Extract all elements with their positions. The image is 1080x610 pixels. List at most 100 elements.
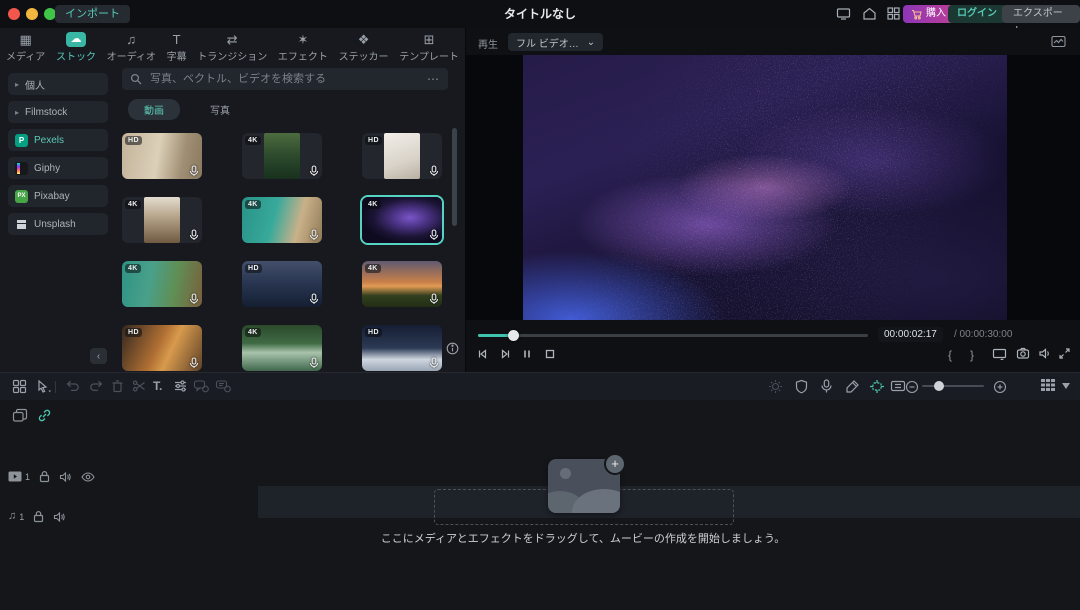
link-clips-icon[interactable] <box>37 408 52 423</box>
playback-quality-dropdown[interactable]: フル ビデオ… ⌄ <box>508 33 603 51</box>
add-media-plus-icon[interactable]: + <box>604 453 626 475</box>
media-tab[interactable]: ⇄ トランジション <box>197 32 267 63</box>
text-tool-icon[interactable]: T. <box>153 378 162 394</box>
layered-clips-icon[interactable] <box>12 408 28 423</box>
shield-mask-icon[interactable] <box>795 379 808 394</box>
speech-to-text-icon[interactable] <box>193 379 209 393</box>
media-tab[interactable]: ♫ オーディオ <box>107 32 156 63</box>
stock-source-item[interactable]: Pexels <box>8 129 108 151</box>
delete-icon[interactable] <box>111 379 124 393</box>
snapshot-camera-icon[interactable] <box>1016 347 1030 360</box>
stock-video-thumbnail[interactable]: 4K <box>362 197 442 243</box>
info-icon[interactable] <box>446 342 459 355</box>
volume-icon[interactable] <box>1038 347 1052 360</box>
mute-track-icon[interactable] <box>59 471 72 483</box>
login-button[interactable]: ログイン <box>948 5 1006 23</box>
lock-track-icon[interactable] <box>39 470 50 483</box>
stock-video-thumbnail[interactable]: HD <box>122 133 202 179</box>
stock-video-thumbnail[interactable]: 4K <box>122 261 202 307</box>
mark-out-button[interactable]: } <box>970 348 974 362</box>
stock-video-thumbnail[interactable]: HD <box>362 133 442 179</box>
stock-source-item[interactable]: Giphy <box>8 157 108 179</box>
mute-track-icon[interactable] <box>53 511 66 523</box>
stock-source-item[interactable]: ▸ Filmstock <box>8 101 108 123</box>
text-to-speech-icon[interactable] <box>215 379 231 393</box>
next-frame-button[interactable] <box>498 347 512 361</box>
has-audio-mic-icon <box>429 229 439 241</box>
has-audio-mic-icon <box>189 357 199 369</box>
split-scissors-icon[interactable] <box>132 379 146 393</box>
pause-button[interactable] <box>520 347 534 361</box>
buy-button[interactable]: 購入 <box>903 5 954 23</box>
marker-icon[interactable] <box>890 379 906 393</box>
stop-button[interactable] <box>543 347 557 361</box>
resolution-badge: 4K <box>245 200 261 209</box>
media-type-filters: 動画 写真 <box>128 99 246 120</box>
media-tab-icon: ✶ <box>294 32 312 47</box>
media-tab[interactable]: ☁ ストック <box>56 32 96 63</box>
media-tab[interactable]: ✶ エフェクト <box>278 32 328 63</box>
media-browser-icon[interactable] <box>12 379 27 394</box>
previous-frame-button[interactable] <box>476 347 490 361</box>
stock-video-thumbnail[interactable]: 4K <box>362 261 442 307</box>
zoom-out-icon[interactable] <box>905 380 919 394</box>
layout-grid-icon[interactable] <box>886 6 901 21</box>
search-input[interactable] <box>148 72 421 86</box>
seek-row: 00:00:02:17 / 00:00:30:00 <box>466 326 1080 344</box>
thumbnail-image <box>264 133 300 179</box>
hide-track-eye-icon[interactable] <box>81 472 95 482</box>
media-tab[interactable]: ⊞ テンプレート <box>399 32 459 63</box>
pointer-tool-icon[interactable] <box>36 379 52 394</box>
adjust-sliders-icon[interactable] <box>173 379 188 393</box>
stock-video-thumbnail[interactable]: HD <box>242 261 322 307</box>
has-audio-mic-icon <box>189 293 199 305</box>
fullscreen-icon[interactable] <box>1058 347 1071 360</box>
quick-edit-brush-icon[interactable] <box>845 379 860 394</box>
timeline-zoom-slider[interactable] <box>922 385 984 387</box>
display-mode-icon[interactable] <box>836 6 851 21</box>
seek-handle[interactable] <box>508 330 519 341</box>
stock-video-thumbnail[interactable]: HD <box>362 325 442 371</box>
thumbnail-scrollbar[interactable] <box>452 128 457 226</box>
zoom-in-icon[interactable] <box>993 380 1007 394</box>
home-icon[interactable] <box>862 6 877 21</box>
media-tab[interactable]: T 字幕 <box>167 32 187 63</box>
stock-source-item[interactable]: Pixabay <box>8 185 108 207</box>
mirror-display-icon[interactable] <box>992 347 1007 361</box>
resolution-badge: 4K <box>245 136 261 145</box>
magnetic-snap-icon[interactable] <box>869 379 885 394</box>
media-library-panel: ▦ メディア ☁ ストック ♫ オーディオ T 字幕 <box>0 28 466 372</box>
mark-in-button[interactable]: { <box>948 348 952 362</box>
chevron-right-icon: ▸ <box>15 108 19 117</box>
stock-video-thumbnail[interactable]: 4K <box>242 325 322 371</box>
media-tab[interactable]: ▦ メディア <box>6 32 45 63</box>
stock-video-thumbnail[interactable]: 4K <box>242 133 322 179</box>
zoom-slider-handle[interactable] <box>934 381 944 391</box>
media-type-filter[interactable]: 写真 <box>194 99 246 120</box>
stock-source-item[interactable]: ▸ 個人 <box>8 73 108 95</box>
timeline-area[interactable]: 1 ♫ 1 <box>0 400 1080 610</box>
lock-track-icon[interactable] <box>33 510 44 523</box>
stock-video-thumbnail[interactable]: 4K <box>242 197 322 243</box>
video-scope-icon[interactable] <box>1051 35 1066 48</box>
media-type-filter[interactable]: 動画 <box>128 99 180 120</box>
track-manager-caret-icon[interactable] <box>1062 383 1070 389</box>
redo-icon[interactable] <box>89 379 104 392</box>
collapse-sidebar-button[interactable]: ‹ <box>90 348 107 364</box>
render-preview-icon[interactable] <box>768 379 783 394</box>
media-tab[interactable]: ❖ ステッカー <box>339 32 389 63</box>
seek-bar[interactable] <box>478 334 868 337</box>
voiceover-mic-icon[interactable] <box>820 379 833 394</box>
media-tab-label: オーディオ <box>107 48 156 63</box>
search-icon <box>130 73 142 85</box>
stock-video-thumbnail[interactable]: HD <box>122 325 202 371</box>
current-timecode: 00:00:02:17 <box>878 327 943 342</box>
track-manager-icon[interactable] <box>1040 378 1056 394</box>
export-button[interactable]: エクスポート <box>1002 5 1080 23</box>
preview-video-frame[interactable] <box>523 55 1007 320</box>
stock-video-thumbnail[interactable]: 4K <box>122 197 202 243</box>
undo-icon[interactable] <box>65 379 80 392</box>
stock-source-item[interactable]: Unsplash <box>8 213 108 235</box>
preview-panel: 再生 フル ビデオ… ⌄ 00:00:02:17 / 00:00:30 <box>466 28 1080 372</box>
search-more-icon[interactable]: ⋯ <box>427 72 440 86</box>
